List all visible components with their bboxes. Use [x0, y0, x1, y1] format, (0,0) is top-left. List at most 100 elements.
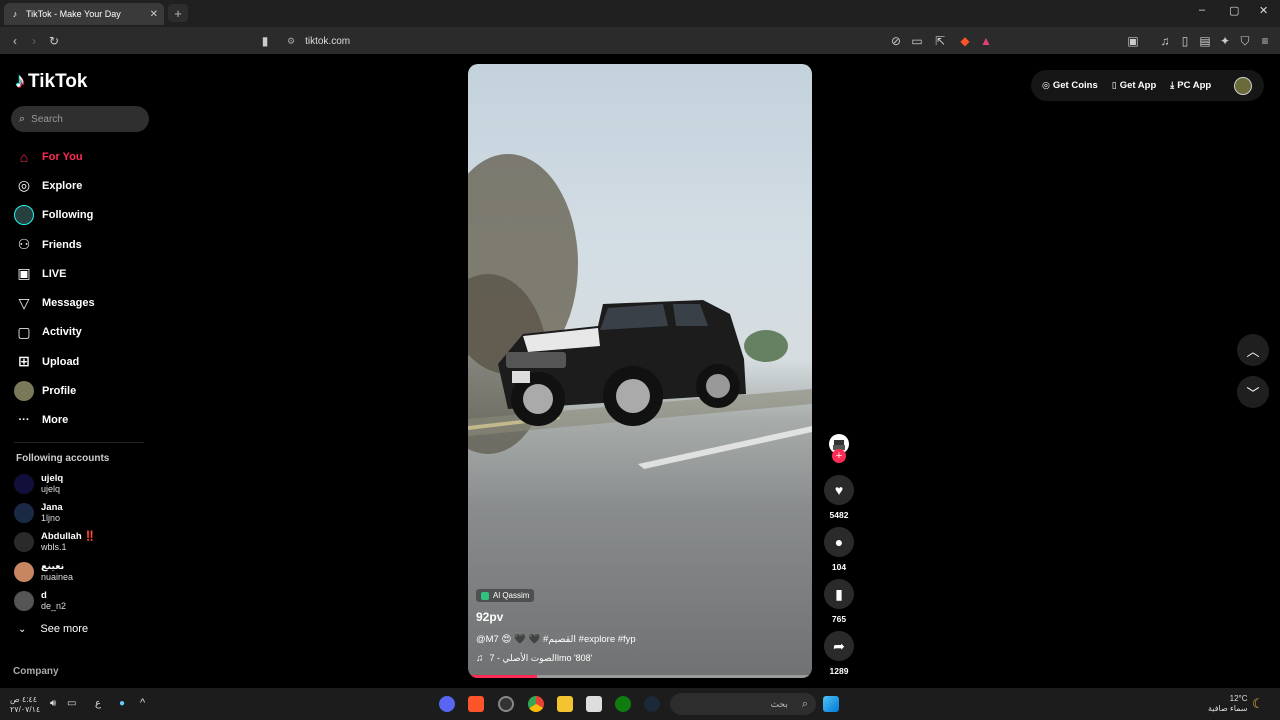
location-pin-icon [481, 591, 489, 600]
chevron-up-icon[interactable]: ^ [140, 697, 145, 709]
file-explorer-icon[interactable] [557, 696, 573, 712]
chevron-up-icon: ︿ [1246, 343, 1260, 359]
company-link[interactable]: Company [13, 666, 59, 677]
palm-tree [744, 330, 788, 362]
brave-rewards-icon[interactable]: ▲ [978, 33, 994, 49]
microphone-icon[interactable]: ● [119, 698, 125, 709]
pc-app-button[interactable]: ⤓ PC App [1170, 80, 1211, 91]
get-coins-label: Get Coins [1052, 80, 1098, 91]
upload-plus-icon: ⊞ [18, 353, 30, 370]
new-tab-button[interactable]: + [168, 4, 188, 22]
brave-shield-icon[interactable]: ◆ [957, 33, 973, 49]
maximize-button[interactable]: ▢ [1229, 4, 1239, 17]
sidebar-item-profile[interactable]: Profile [14, 376, 154, 405]
store-icon[interactable] [586, 696, 602, 712]
vpn-icon[interactable]: ⛉ [1237, 33, 1253, 49]
chrome-icon[interactable] [528, 696, 544, 712]
search-input[interactable]: ⌕ Search [11, 106, 149, 132]
list-item[interactable]: نعينع nuainea [14, 557, 154, 586]
activity-icon: ▢ [17, 323, 31, 340]
browser-tab[interactable]: ♪ TikTok - Make Your Day ✕ [4, 3, 164, 25]
logo-text: TikTok [28, 70, 88, 92]
video-progress-bar[interactable] [468, 675, 812, 678]
weather-temp: 12°C [1229, 694, 1248, 703]
sidebar-item-live[interactable]: ▣ LIVE [14, 259, 154, 288]
no-translate-icon[interactable]: ⊘ [888, 33, 904, 49]
clock[interactable]: ٤:٤٤ ص ٢٧/٠٧/١٤ [10, 695, 40, 715]
menu-icon[interactable]: ≡ [1257, 33, 1273, 49]
leo-ai-icon[interactable]: ✦ [1217, 33, 1233, 49]
follow-plus-button[interactable]: + [832, 449, 846, 463]
steam-icon[interactable] [644, 696, 660, 712]
close-window-button[interactable]: ✕ [1259, 4, 1268, 17]
sidebar-item-messages[interactable]: ▽ Messages [14, 288, 154, 317]
volume-icon[interactable]: 🔊︎ [50, 698, 56, 709]
sidebar-item-more[interactable]: ··· More [14, 406, 154, 435]
network-icon[interactable]: ▭ [67, 698, 76, 709]
following-accounts-title: Following accounts [16, 453, 110, 464]
video-player[interactable]: Al Qassim 92pv @M7 😍 🖤 🖤 #القصيم #explor… [468, 64, 812, 678]
share-button[interactable]: ➦ 1289 [824, 631, 854, 676]
like-button[interactable]: ♥ 5482 [824, 475, 854, 520]
more-dots-icon: ··· [18, 414, 30, 427]
sidebar-toggle-icon[interactable]: ▯ [1177, 33, 1193, 49]
weather-widget[interactable]: 12°C سماء صافية [1208, 694, 1248, 714]
wallet-icon[interactable]: ▤ [1197, 33, 1213, 49]
sidebar-item-explore[interactable]: ◎ Explore [14, 171, 154, 200]
tiktok-favicon-icon: ♪ [12, 9, 18, 19]
next-video-button[interactable]: ﹀ [1237, 376, 1269, 408]
cast-icon[interactable]: ▭ [909, 33, 925, 49]
phone-icon: ▯ [1111, 80, 1117, 90]
back-icon[interactable]: ‹ [7, 33, 23, 49]
xbox-icon[interactable] [615, 696, 631, 712]
sidebar-item-friends[interactable]: ⚇ Friends [14, 230, 154, 259]
sidebar-item-label: For You [42, 150, 83, 163]
video-progress-fill [468, 675, 537, 678]
sidebar-item-label: Activity [42, 326, 82, 339]
tiktok-logo[interactable]: ♪ TikTok [15, 70, 87, 93]
search-icon: ⌕ [19, 112, 26, 125]
account-name: Jana [41, 501, 63, 513]
comment-button[interactable]: ● 104 [824, 527, 854, 572]
brave-icon[interactable] [468, 696, 484, 712]
tab-close-icon[interactable]: ✕ [150, 9, 158, 20]
sidebar-item-upload[interactable]: ⊞ Upload [14, 347, 154, 376]
taskbar-search[interactable]: بحث ⌕ [670, 693, 816, 715]
minimize-button[interactable]: – [1199, 4, 1205, 16]
sidebar-item-for-you[interactable]: ⌂ For You [14, 142, 154, 171]
media-icon[interactable]: ♫ [1157, 33, 1173, 49]
get-app-button[interactable]: ▯ Get App [1112, 80, 1157, 91]
screenshot-icon[interactable]: ▣ [1125, 33, 1141, 49]
sidebar-item-following[interactable]: Following [14, 201, 154, 230]
sidebar-item-activity[interactable]: ▢ Activity [14, 318, 154, 347]
bookmark-icon[interactable]: ▮ [257, 33, 273, 49]
list-item[interactable]: Abdullah ‼️ wbls.1 [14, 528, 154, 557]
comment-icon: ● [824, 527, 854, 557]
list-item[interactable]: Jana 1ljno [14, 498, 154, 527]
sidebar-nav: ⌂ For You ◎ Explore Following ⚇ Friends … [14, 142, 154, 435]
list-item[interactable]: ujelq ujelq [14, 469, 154, 498]
get-coins-button[interactable]: ◎ Get Coins [1042, 80, 1098, 91]
video-author[interactable]: 92pv [476, 610, 796, 624]
send-icon: ▽ [18, 294, 30, 311]
forward-icon[interactable]: › [26, 33, 42, 49]
obs-icon[interactable] [498, 696, 514, 712]
video-music[interactable]: ♫ الصوت الأصلي - 7lmo '808' [476, 653, 796, 664]
avatar[interactable] [1234, 77, 1252, 95]
reload-icon[interactable]: ↻ [46, 33, 62, 49]
site-info-icon[interactable]: ⚙ [287, 36, 295, 47]
previous-video-button[interactable]: ︿ [1237, 334, 1269, 366]
sidebar-item-label: Friends [42, 238, 82, 251]
friends-icon: ⚇ [17, 236, 31, 253]
weather-text: سماء صافية [1208, 704, 1248, 713]
save-button[interactable]: ▮ 765 [824, 579, 854, 624]
share-icon[interactable]: ⇱ [932, 33, 948, 49]
language-icon[interactable]: ع [95, 698, 101, 709]
live-tv-icon: ▣ [17, 265, 31, 282]
location-badge[interactable]: Al Qassim [476, 589, 535, 602]
windows-start-icon[interactable] [823, 696, 839, 712]
compass-icon: ◎ [17, 177, 31, 194]
see-more-button[interactable]: ⌄ See more [18, 623, 88, 635]
discord-icon[interactable] [439, 696, 455, 712]
list-item[interactable]: d de_n2 [14, 586, 154, 615]
